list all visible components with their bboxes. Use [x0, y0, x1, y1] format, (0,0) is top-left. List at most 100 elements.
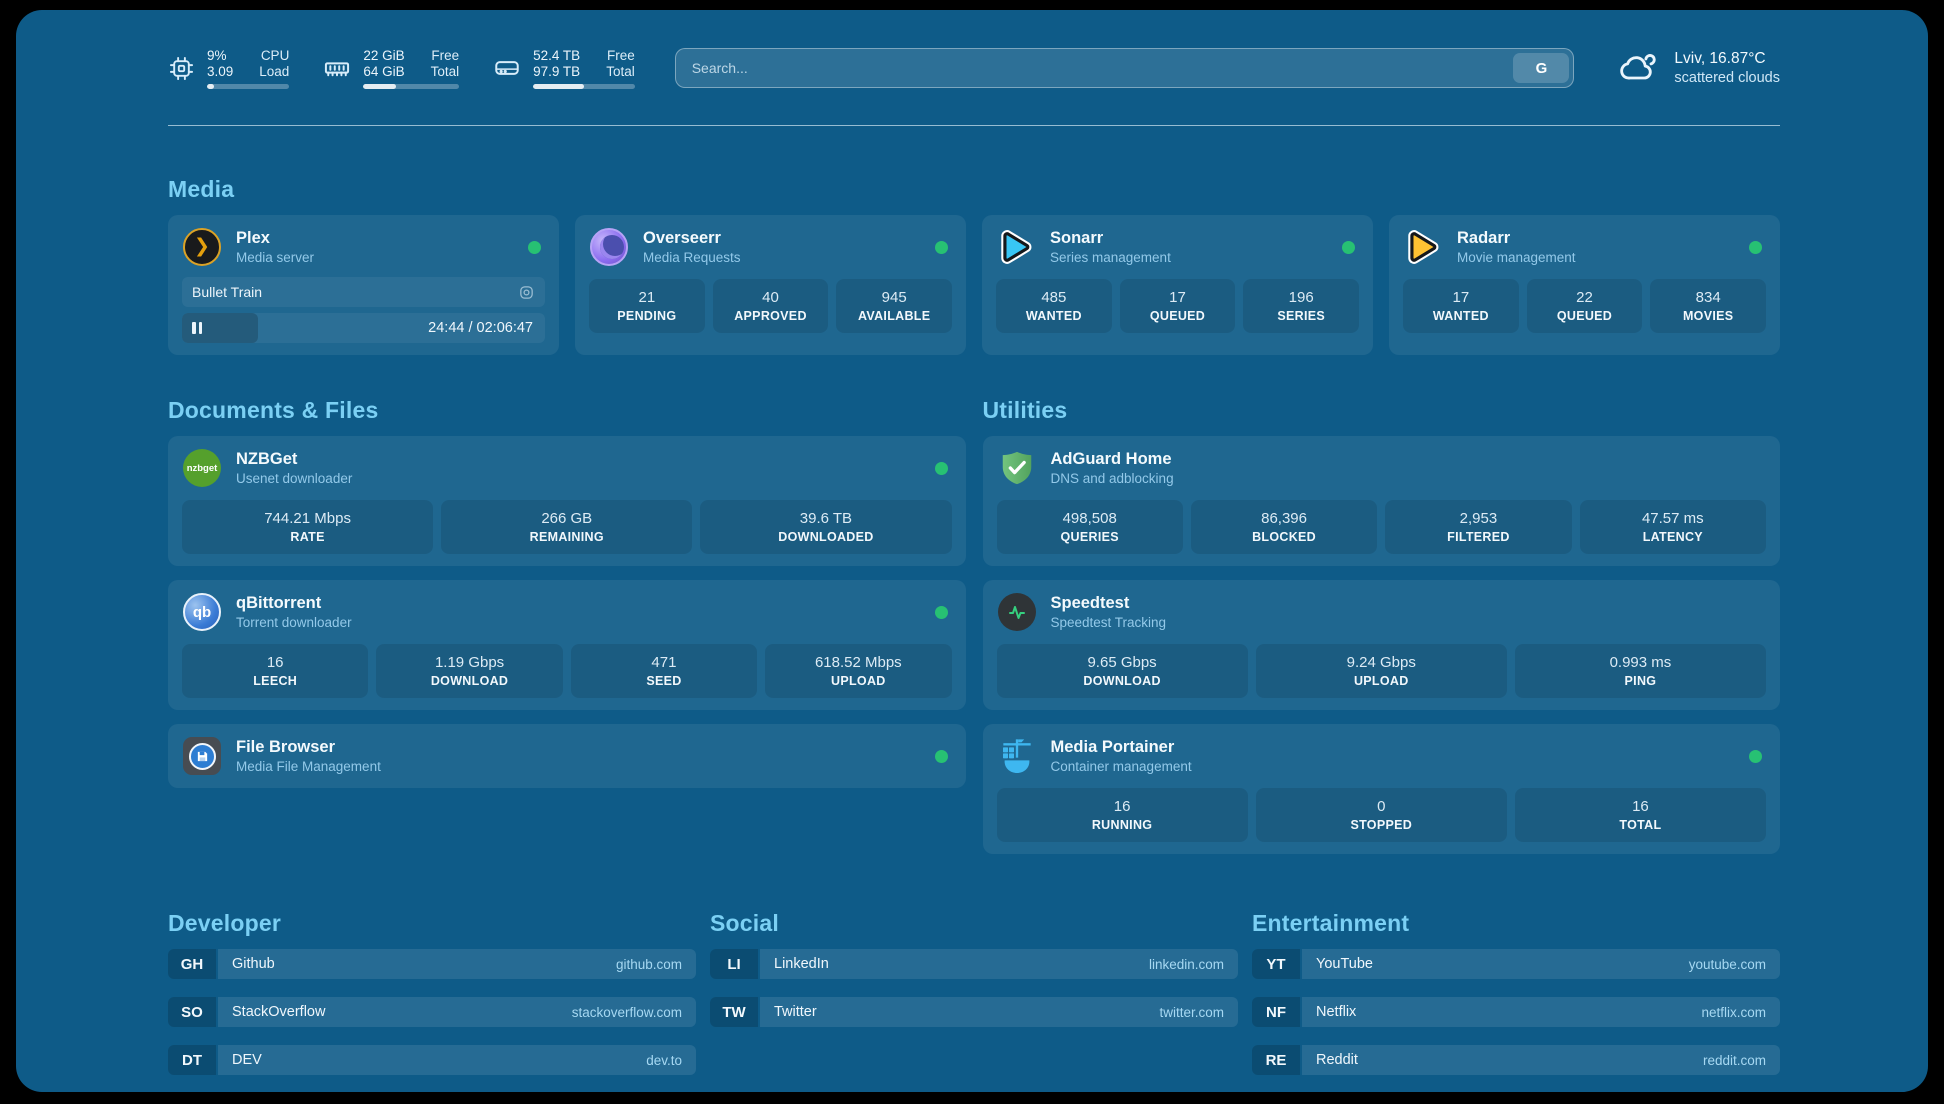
service-card-plex[interactable]: ❯PlexMedia serverBullet Train24:44 / 02:… [168, 215, 559, 355]
stat-label: WANTED [1433, 309, 1489, 323]
bookmark-group-title: Social [710, 910, 1238, 937]
playback-time: 24:44 / 02:06:47 [428, 320, 545, 336]
service-card-sonarr[interactable]: SonarrSeries management485WANTED17QUEUED… [982, 215, 1373, 355]
stat-value: 0.993 ms [1610, 654, 1672, 671]
service-description: DNS and adblocking [1051, 471, 1767, 486]
resource-value: 52.4 TB [533, 48, 580, 63]
stat-label: DOWNLOAD [431, 674, 508, 688]
stat-value: 0 [1377, 798, 1385, 815]
stat-label: UPLOAD [1354, 674, 1409, 688]
resource-value: 64 GiB [363, 64, 404, 79]
bookmark-github[interactable]: GHGithubgithub.com [168, 949, 696, 979]
stat-label: FILTERED [1447, 530, 1510, 544]
stat-value: 39.6 TB [800, 510, 852, 527]
stat-ping: 0.993 ms PING [1515, 644, 1766, 698]
stat-approved: 40APPROVED [713, 279, 829, 333]
service-card-media-portainer[interactable]: Media PortainerContainer management16RUN… [983, 724, 1781, 854]
service-name: Plex [236, 229, 514, 248]
resource-progress-fill [363, 84, 396, 89]
weather-condition: scattered clouds [1674, 70, 1780, 86]
stat-queued: 17QUEUED [1120, 279, 1236, 333]
stat-value: 16 [1632, 798, 1649, 815]
resource-value: 22 GiB [363, 48, 404, 63]
bookmark-netflix[interactable]: NFNetflixnetflix.com [1252, 997, 1780, 1027]
speedtest-icon [997, 592, 1037, 632]
filebrowser-icon [182, 736, 222, 776]
bookmark-group-entertainment: EntertainmentYTYouTubeyoutube.comNFNetfl… [1252, 910, 1780, 1093]
service-card-overseerr[interactable]: OverseerrMedia Requests21PENDING40APPROV… [575, 215, 966, 355]
bookmark-abbr: NF [1252, 997, 1300, 1027]
overseerr-icon [589, 227, 629, 267]
bookmark-group-social: Social LILinkedInlinkedin.com TWTwittertwi… [710, 910, 1238, 1093]
service-description: Container management [1051, 759, 1736, 774]
video-icon [518, 284, 535, 301]
bookmark-groups: DeveloperGHGithubgithub.comSOStackOverfl… [168, 910, 1780, 1093]
playback-progress-bar[interactable]: 24:44 / 02:06:47 [182, 313, 545, 343]
stat-pending: 21PENDING [589, 279, 705, 333]
radarr-icon [1403, 227, 1443, 267]
stat-remaining: 266 GBREMAINING [441, 500, 692, 554]
sonarr-icon [996, 227, 1036, 267]
bookmark-abbr: LI [710, 949, 758, 979]
stat-label: QUERIES [1061, 530, 1119, 544]
bookmark-abbr: DT [168, 1045, 216, 1075]
stat-value: 40 [762, 289, 779, 306]
service-card-radarr[interactable]: RadarrMovie management17WANTED22QUEUED83… [1389, 215, 1780, 355]
status-dot-online [935, 462, 948, 475]
resource-value: 97.9 TB [533, 64, 580, 79]
resource-label: Free [606, 48, 635, 63]
stat-value: 47.57 ms [1642, 510, 1704, 527]
bookmark-abbr: SO [168, 997, 216, 1027]
utilities-card-stack: AdGuard Home DNS and adblocking 498,508 QUE… [983, 436, 1781, 854]
service-name: qBittorrent [236, 594, 921, 613]
stat-value: 1.19 Gbps [435, 654, 504, 671]
stat-label: PING [1625, 674, 1657, 688]
bookmark-stackoverflow[interactable]: SOStackOverflowstackoverflow.com [168, 997, 696, 1027]
service-description: Torrent downloader [236, 615, 921, 630]
stat-label: WANTED [1026, 309, 1082, 323]
now-playing-title-row: Bullet Train [182, 277, 545, 307]
stat-seed: 471SEED [571, 644, 757, 698]
stat-value: 17 [1452, 289, 1469, 306]
search-provider-button[interactable]: G [1513, 53, 1569, 83]
stat-label: LEECH [253, 674, 297, 688]
stat-rate: 744.21 MbpsRATE [182, 500, 433, 554]
section-documents-files: Documents & Files nzbgetNZBGetUsenet dow… [168, 397, 966, 854]
service-name: AdGuard Home [1051, 450, 1767, 469]
status-dot-online [935, 606, 948, 619]
bookmark-abbr: GH [168, 949, 216, 979]
bookmark-name: StackOverflow [232, 1004, 325, 1020]
bookmark-reddit[interactable]: RERedditreddit.com [1252, 1045, 1780, 1075]
search-bar[interactable]: G [675, 48, 1575, 88]
service-card-file-browser[interactable]: File BrowserMedia File Management [168, 724, 966, 788]
resource-widget-memory: 22 GiBFree64 GiBTotal [323, 48, 459, 89]
service-card-speedtest[interactable]: SpeedtestSpeedtest Tracking9.65 GbpsDOWN… [983, 580, 1781, 710]
bookmark-dev[interactable]: DTDEVdev.to [168, 1045, 696, 1075]
resource-progress-track [207, 84, 289, 89]
resource-label: Total [431, 64, 460, 79]
bookmark-url: reddit.com [1703, 1053, 1766, 1068]
stat-label: STOPPED [1350, 818, 1412, 832]
documents-card-stack: nzbgetNZBGetUsenet downloader744.21 Mbps… [168, 436, 966, 788]
service-card-qbittorrent[interactable]: qbqBittorrentTorrent downloader16LEECH1.… [168, 580, 966, 710]
service-card-adguard-home[interactable]: AdGuard Home DNS and adblocking 498,508 QUE… [983, 436, 1781, 566]
bookmark-linkedin[interactable]: LILinkedInlinkedin.com [710, 949, 1238, 979]
bookmark-name: DEV [232, 1052, 262, 1068]
pause-icon[interactable] [192, 322, 202, 334]
stat-value: 498,508 [1063, 510, 1117, 527]
stat-value: 485 [1041, 289, 1066, 306]
service-description: Movie management [1457, 250, 1735, 265]
stat-label: RATE [290, 530, 324, 544]
search-input[interactable] [676, 60, 1514, 76]
stat-value: 9.24 Gbps [1347, 654, 1416, 671]
stat-label: MOVIES [1683, 309, 1733, 323]
stat-filtered: 2,953FILTERED [1385, 500, 1571, 554]
resource-widgets: 9%CPU3.09Load22 GiBFree64 GiBTotal52.4 T… [168, 48, 635, 89]
service-card-nzbget[interactable]: nzbgetNZBGetUsenet downloader744.21 Mbps… [168, 436, 966, 566]
resource-value: 3.09 [207, 64, 233, 79]
stat-value: 16 [267, 654, 284, 671]
bookmark-url: twitter.com [1159, 1005, 1224, 1020]
bookmark-twitter[interactable]: TWTwittertwitter.com [710, 997, 1238, 1027]
bookmark-youtube[interactable]: YTYouTubeyoutube.com [1252, 949, 1780, 979]
service-name: NZBGet [236, 450, 921, 469]
